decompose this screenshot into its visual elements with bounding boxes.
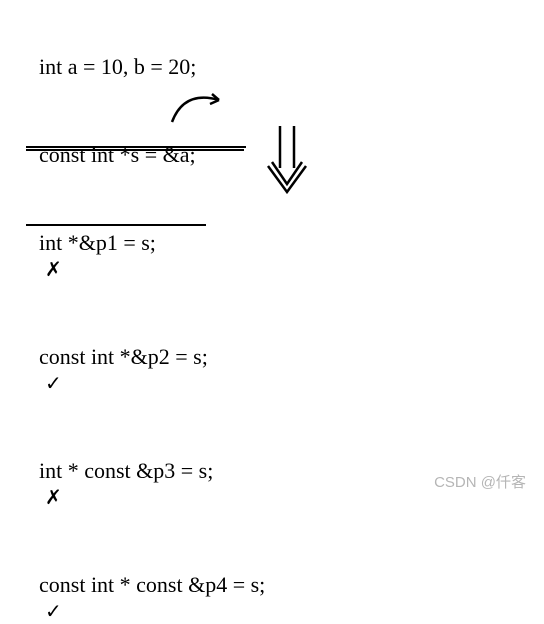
code-line-3: int *&p1 = s; ✗ — [28, 204, 544, 282]
down-arrow-icon — [264, 122, 314, 202]
code-line-1: int a = 10, b = 20; — [28, 28, 544, 80]
code-text: const int * const &p4 = s; — [39, 572, 265, 597]
wrong-mark-icon: ✗ — [45, 257, 62, 282]
curved-arrow-icon — [164, 86, 244, 126]
underline-annotation — [26, 149, 244, 151]
code-line-6: const int * const &p4 = s; ✓ — [28, 546, 544, 624]
code-text: const int *&p2 = s; — [39, 344, 208, 369]
wrong-mark-icon: ✗ — [45, 485, 62, 510]
code-text: int * const &p3 = s; — [39, 458, 213, 483]
code-line-4: const int *&p2 = s; ✓ — [28, 318, 544, 396]
code-text: int a = 10, b = 20; — [39, 54, 196, 79]
check-mark-icon: ✓ — [45, 371, 62, 396]
check-mark-icon: ✓ — [45, 599, 62, 624]
watermark-text: CSDN @仟客 — [434, 471, 526, 492]
code-text: int *&p1 = s; — [39, 230, 156, 255]
underline-annotation — [26, 224, 206, 226]
underline-annotation — [26, 146, 246, 148]
